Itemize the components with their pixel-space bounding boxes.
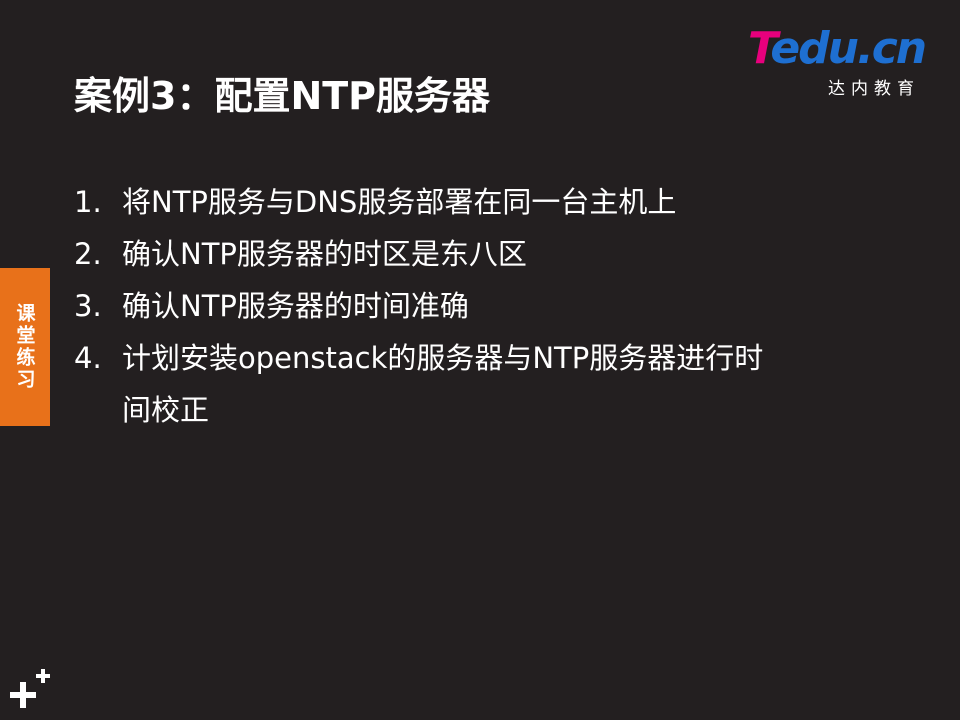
side-tab: 课堂练习: [0, 268, 50, 426]
list-item: 2. 确认NTP服务器的时区是东八区: [74, 228, 854, 280]
tedu-logo: Tedu.cn 达内教育: [748, 24, 928, 100]
list-item: 3. 确认NTP服务器的时间准确: [74, 280, 854, 332]
list-item-number: 1.: [74, 185, 102, 219]
plus-plus-icon: [10, 669, 50, 708]
list-item-number: 3.: [74, 289, 102, 323]
side-tab-label: 课堂练习: [13, 303, 36, 391]
list-item-number: 2.: [74, 237, 102, 271]
list-item-text: 确认NTP服务器的时间准确: [122, 289, 469, 323]
logo-brand: Tedu.cn: [748, 23, 927, 74]
list-item-text: 计划安装openstack的服务器与NTP服务器进行时 间校正: [122, 341, 764, 427]
list-item: 4. 计划安装openstack的服务器与NTP服务器进行时 间校正: [74, 332, 854, 436]
list-item-text: 确认NTP服务器的时区是东八区: [122, 237, 527, 271]
task-list: 1. 将NTP服务与DNS服务部署在同一台主机上 2. 确认NTP服务器的时区是…: [74, 176, 854, 436]
list-item: 1. 将NTP服务与DNS服务部署在同一台主机上: [74, 176, 854, 228]
list-item-number: 4.: [74, 341, 102, 375]
slide-title: 案例3：配置NTP服务器: [74, 74, 491, 118]
logo-brand-t: T: [748, 23, 772, 74]
logo-brand-rest: edu.cn: [770, 23, 927, 74]
list-item-text: 将NTP服务与DNS服务部署在同一台主机上: [122, 185, 677, 219]
logo-subtitle: 达内教育: [828, 79, 920, 99]
